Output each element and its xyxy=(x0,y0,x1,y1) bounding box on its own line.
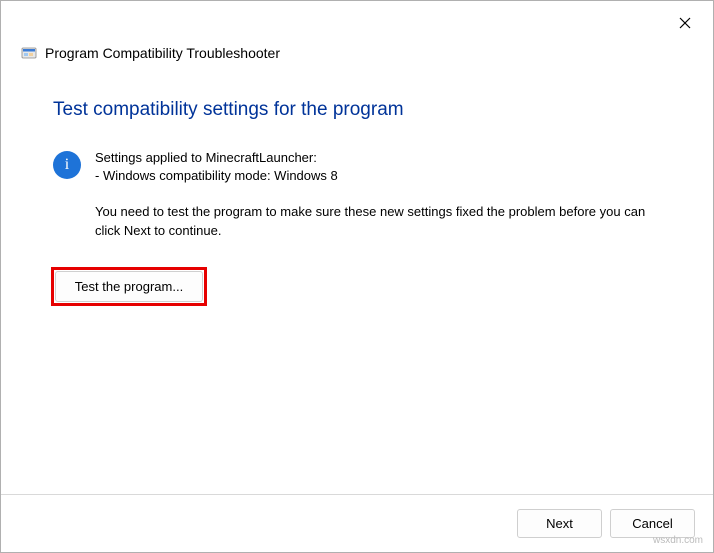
info-icon: i xyxy=(53,151,81,179)
highlight-box: Test the program... xyxy=(51,267,207,306)
page-title: Test compatibility settings for the prog… xyxy=(53,99,661,121)
close-button[interactable] xyxy=(673,11,697,35)
troubleshooter-window: Program Compatibility Troubleshooter Tes… xyxy=(0,0,714,553)
info-row: i Settings applied to MinecraftLauncher:… xyxy=(53,149,661,185)
footer: Next Cancel xyxy=(1,494,713,552)
troubleshooter-icon xyxy=(21,45,37,61)
next-button[interactable]: Next xyxy=(517,509,602,538)
instruction-text: You need to test the program to make sur… xyxy=(95,203,661,241)
test-program-button[interactable]: Test the program... xyxy=(55,271,203,302)
info-text: Settings applied to MinecraftLauncher: -… xyxy=(95,149,661,185)
compat-mode-line: - Windows compatibility mode: Windows 8 xyxy=(95,167,661,185)
header: Program Compatibility Troubleshooter xyxy=(1,1,713,69)
settings-applied-line: Settings applied to MinecraftLauncher: xyxy=(95,149,661,167)
close-icon xyxy=(679,17,691,29)
content-area: Test compatibility settings for the prog… xyxy=(1,69,713,494)
header-title: Program Compatibility Troubleshooter xyxy=(45,45,280,61)
cancel-button[interactable]: Cancel xyxy=(610,509,695,538)
